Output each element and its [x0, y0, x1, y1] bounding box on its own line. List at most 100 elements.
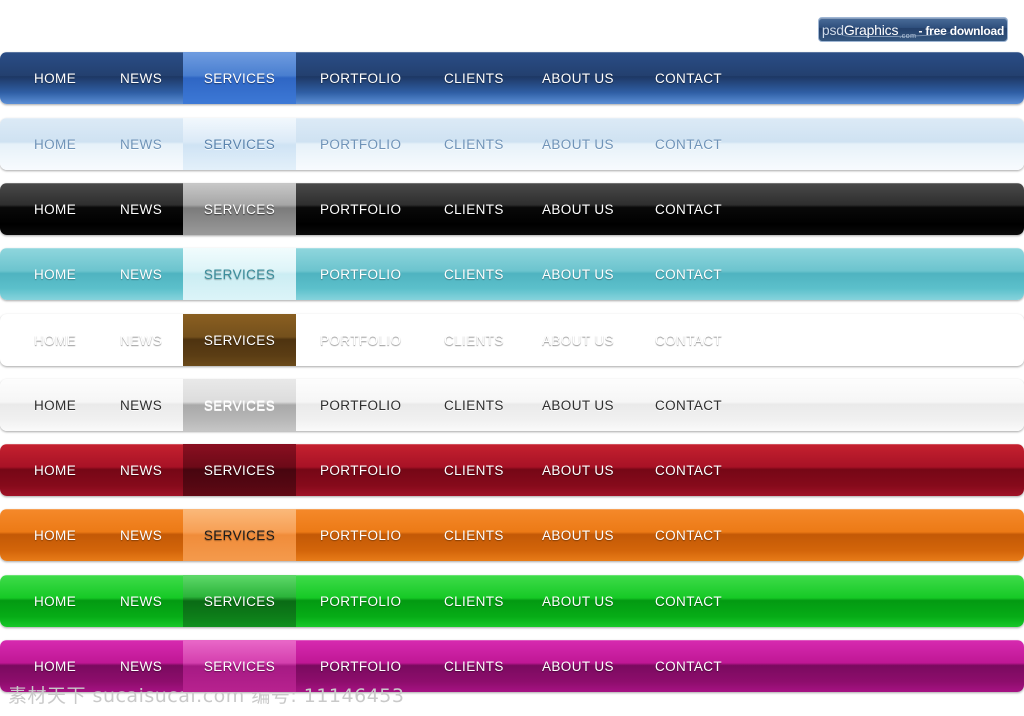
- nav-item-label: CONTACT: [655, 527, 723, 543]
- nav-item-news[interactable]: NEWS: [120, 444, 162, 496]
- nav-item-services[interactable]: SERVICES: [183, 509, 296, 561]
- nav-item-news[interactable]: NEWS: [120, 118, 162, 170]
- nav-item-contact[interactable]: CONTACT: [655, 640, 722, 692]
- nav-item-contact[interactable]: CONTACT: [655, 444, 722, 496]
- navbar-gold: HOME NEWS SERVICES PORTFOLIO CLIENTS ABOUT US…: [0, 314, 1024, 366]
- nav-item-clients[interactable]: CLIENTS: [444, 248, 504, 300]
- nav-item-label: HOME: [34, 266, 77, 282]
- nav-item-services[interactable]: SERVICES: [183, 444, 296, 496]
- nav-item-services[interactable]: SERVICES: [183, 575, 296, 627]
- nav-item-about-us[interactable]: ABOUT US: [542, 575, 614, 627]
- nav-item-clients[interactable]: CLIENTS: [444, 640, 504, 692]
- nav-item-services[interactable]: SERVICES: [183, 183, 296, 235]
- nav-item-label: ABOUT US: [542, 527, 614, 543]
- nav-item-clients[interactable]: CLIENTS: [444, 509, 504, 561]
- nav-item-label: SERVICES: [203, 201, 276, 217]
- nav-item-label: CONTACT: [655, 462, 723, 478]
- nav-item-home[interactable]: HOME: [34, 509, 76, 561]
- nav-item-portfolio[interactable]: PORTFOLIO: [320, 52, 401, 104]
- nav-item-about-us[interactable]: ABOUT US: [542, 379, 614, 431]
- nav-item-clients[interactable]: CLIENTS: [444, 379, 504, 431]
- nav-item-label: CLIENTS: [444, 527, 504, 543]
- nav-item-label: SERVICES: [203, 462, 276, 478]
- nav-item-contact[interactable]: CONTACT: [655, 118, 722, 170]
- nav-item-portfolio[interactable]: PORTFOLIO: [320, 444, 401, 496]
- nav-item-home[interactable]: HOME: [34, 52, 76, 104]
- nav-item-portfolio[interactable]: PORTFOLIO: [320, 248, 401, 300]
- nav-item-services[interactable]: SERVICES: [183, 314, 296, 366]
- navbar-green: HOME NEWS SERVICES PORTFOLIO CLIENTS ABOUT US…: [0, 575, 1024, 627]
- nav-item-contact[interactable]: CONTACT: [655, 379, 722, 431]
- nav-item-clients[interactable]: CLIENTS: [444, 52, 504, 104]
- nav-item-home[interactable]: HOME: [34, 444, 76, 496]
- badge-psd-text: psd: [821, 21, 844, 38]
- navbar-blue: HOME NEWS SERVICES PORTFOLIO CLIENTS ABOUT US…: [0, 52, 1024, 104]
- nav-item-label: SERVICES: [203, 70, 276, 86]
- nav-item-label: ABOUT US: [542, 593, 614, 609]
- nav-item-clients[interactable]: CLIENTS: [444, 118, 504, 170]
- nav-item-home[interactable]: HOME: [34, 118, 76, 170]
- nav-item-home[interactable]: HOME: [34, 248, 76, 300]
- navbar-white: HOME NEWS SERVICES PORTFOLIO CLIENTS ABOUT US…: [0, 379, 1024, 431]
- nav-item-home[interactable]: HOME: [34, 640, 76, 692]
- nav-item-about-us[interactable]: ABOUT US: [542, 183, 614, 235]
- nav-item-news[interactable]: NEWS: [120, 379, 162, 431]
- nav-item-portfolio[interactable]: PORTFOLIO: [320, 509, 401, 561]
- nav-item-about-us[interactable]: ABOUT US: [542, 52, 614, 104]
- nav-item-label: CLIENTS: [444, 397, 504, 413]
- nav-item-clients[interactable]: CLIENTS: [444, 314, 504, 366]
- nav-item-contact[interactable]: CONTACT: [655, 183, 722, 235]
- navbar-orange: HOME NEWS SERVICES PORTFOLIO CLIENTS ABOUT US…: [0, 509, 1024, 561]
- nav-item-about-us[interactable]: ABOUT US: [542, 118, 614, 170]
- nav-item-services[interactable]: SERVICES: [183, 118, 296, 170]
- nav-item-clients[interactable]: CLIENTS: [444, 183, 504, 235]
- nav-item-about-us[interactable]: ABOUT US: [542, 248, 614, 300]
- nav-item-label: SERVICES: [203, 332, 276, 348]
- nav-item-news[interactable]: NEWS: [120, 52, 162, 104]
- nav-item-label: CONTACT: [655, 593, 723, 609]
- nav-item-portfolio[interactable]: PORTFOLIO: [320, 118, 401, 170]
- nav-item-portfolio[interactable]: PORTFOLIO: [320, 183, 401, 235]
- nav-item-label: SERVICES: [203, 397, 276, 413]
- nav-item-label: PORTFOLIO: [320, 332, 402, 348]
- nav-item-portfolio[interactable]: PORTFOLIO: [320, 575, 401, 627]
- nav-item-about-us[interactable]: ABOUT US: [542, 314, 614, 366]
- navbar-inner: HOME NEWS SERVICES PORTFOLIO CLIENTS ABOUT US…: [0, 314, 1024, 366]
- nav-item-label: CLIENTS: [444, 136, 504, 152]
- nav-item-news[interactable]: NEWS: [120, 575, 162, 627]
- nav-item-clients[interactable]: CLIENTS: [444, 575, 504, 627]
- nav-item-contact[interactable]: CONTACT: [655, 575, 722, 627]
- psdgraphics-badge[interactable]: psdGraphics.com - free download: [818, 17, 1008, 42]
- nav-item-home[interactable]: HOME: [34, 183, 76, 235]
- nav-item-contact[interactable]: CONTACT: [655, 248, 722, 300]
- navbar-inner: HOME NEWS SERVICES PORTFOLIO CLIENTS ABOUT US…: [0, 444, 1024, 496]
- nav-item-portfolio[interactable]: PORTFOLIO: [320, 379, 401, 431]
- nav-item-contact[interactable]: CONTACT: [655, 314, 722, 366]
- navbar-inner: HOME NEWS SERVICES PORTFOLIO CLIENTS ABOUT US…: [0, 379, 1024, 431]
- nav-item-news[interactable]: NEWS: [120, 640, 162, 692]
- nav-item-clients[interactable]: CLIENTS: [444, 444, 504, 496]
- nav-item-label: NEWS: [120, 136, 163, 152]
- nav-item-home[interactable]: HOME: [34, 575, 76, 627]
- nav-item-contact[interactable]: CONTACT: [655, 509, 722, 561]
- nav-item-home[interactable]: HOME: [34, 379, 76, 431]
- nav-item-label: CONTACT: [655, 397, 723, 413]
- nav-item-services[interactable]: SERVICES: [183, 379, 296, 431]
- nav-item-contact[interactable]: CONTACT: [655, 52, 722, 104]
- navbar-inner: HOME NEWS SERVICES PORTFOLIO CLIENTS ABOUT US…: [0, 509, 1024, 561]
- nav-item-about-us[interactable]: ABOUT US: [542, 509, 614, 561]
- nav-item-services[interactable]: SERVICES: [183, 248, 296, 300]
- nav-item-services[interactable]: SERVICES: [183, 640, 296, 692]
- nav-item-news[interactable]: NEWS: [120, 183, 162, 235]
- badge-body: psdGraphics.com - free download: [818, 17, 1008, 42]
- nav-item-news[interactable]: NEWS: [120, 509, 162, 561]
- navbar-cyan: HOME NEWS SERVICES PORTFOLIO CLIENTS ABOUT US…: [0, 248, 1024, 300]
- nav-item-news[interactable]: NEWS: [120, 248, 162, 300]
- nav-item-about-us[interactable]: ABOUT US: [542, 640, 614, 692]
- nav-item-about-us[interactable]: ABOUT US: [542, 444, 614, 496]
- nav-item-news[interactable]: NEWS: [120, 314, 162, 366]
- nav-item-services[interactable]: SERVICES: [183, 52, 296, 104]
- nav-item-portfolio[interactable]: PORTFOLIO: [320, 640, 401, 692]
- nav-item-home[interactable]: HOME: [34, 314, 76, 366]
- nav-item-portfolio[interactable]: PORTFOLIO: [320, 314, 401, 366]
